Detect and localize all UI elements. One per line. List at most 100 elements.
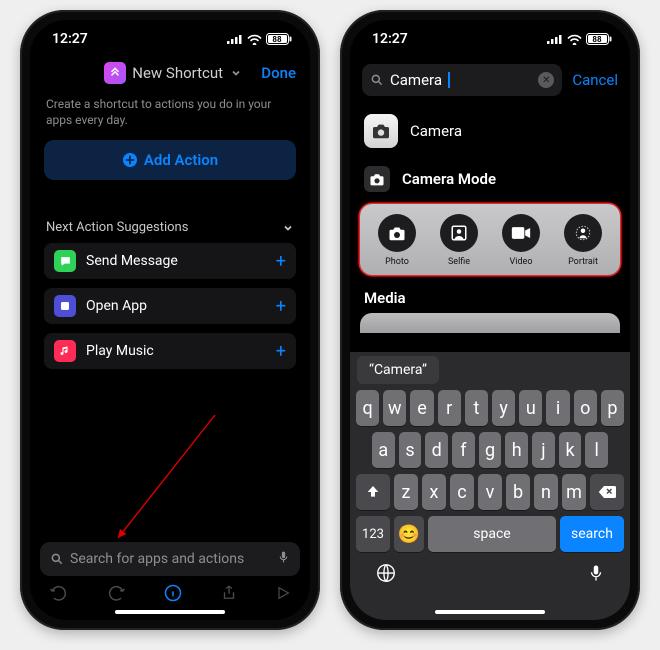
key-row-2: asdfghjkl [356,432,624,468]
search-input[interactable]: Search for apps and actions [40,542,300,576]
key-r[interactable]: r [438,390,461,426]
shortcut-icon [104,62,126,84]
emoji-key[interactable]: 😊 [394,516,424,552]
shift-key[interactable] [356,474,390,510]
key-e[interactable]: e [410,390,433,426]
phone-left: 12:27 88 New Shortcut Done Create a shor… [20,10,320,630]
done-button[interactable]: Done [261,64,296,82]
tab-info[interactable] [163,583,183,607]
battery-icon: 88 [266,33,292,45]
chevron-down-icon [231,64,241,82]
key-j[interactable]: j [532,432,555,468]
mode-label: Video [510,257,533,267]
key-h[interactable]: h [505,432,528,468]
home-indicator[interactable] [435,610,545,614]
tab-redo[interactable] [106,583,126,607]
key-v[interactable]: v [478,474,502,510]
suggestion-row[interactable]: Send Message + [44,243,296,279]
key-b[interactable]: b [506,474,530,510]
dictate-icon[interactable] [277,549,290,569]
tab-share[interactable] [220,583,238,607]
home-indicator[interactable] [115,610,225,614]
status-time: 12:27 [372,31,408,47]
key-m[interactable]: m [562,474,586,510]
space-key[interactable]: space [428,516,556,552]
key-q[interactable]: q [356,390,379,426]
suggestion-label: Send Message [86,253,178,269]
app-result-row[interactable]: Camera [350,106,630,156]
wifi-icon [247,34,262,45]
app-icon [54,295,76,317]
portrait-icon [564,214,602,252]
text-caret [448,72,450,88]
search-placeholder: Search for apps and actions [70,551,244,567]
signal-icon [547,34,563,44]
wifi-icon [567,34,582,45]
tab-undo[interactable] [49,583,69,607]
notch [430,20,550,44]
annotation-arrow [100,410,220,550]
key-x[interactable]: x [422,474,446,510]
key-k[interactable]: k [559,432,582,468]
mode-label: Portrait [568,257,598,267]
camera-mode-header: Camera Mode [350,156,630,200]
key-c[interactable]: c [450,474,474,510]
key-i[interactable]: i [546,390,569,426]
cancel-button[interactable]: Cancel [572,71,618,89]
backspace-key[interactable] [590,474,624,510]
search-value: Camera [390,71,442,89]
tab-play[interactable] [275,585,291,605]
mode-label: Selfie [448,257,470,267]
media-header: Media [350,275,630,313]
add-suggestion-button[interactable]: + [276,251,286,272]
key-z[interactable]: z [394,474,418,510]
camera-app-icon [364,114,398,148]
key-d[interactable]: d [425,432,448,468]
camera-mode-grid: Photo Selfie Video Portrait [360,204,620,275]
key-p[interactable]: p [601,390,624,426]
key-y[interactable]: y [492,390,515,426]
add-suggestion-button[interactable]: + [276,341,286,362]
app-result-label: Camera [410,122,462,140]
search-input[interactable]: Camera ✕ [362,64,562,96]
suggestion-row[interactable]: Open App + [44,288,296,324]
phone-right: 12:27 88 Camera ✕ Cancel Camera Camera M [340,10,640,630]
signal-icon [227,34,243,44]
globe-key[interactable] [375,562,397,588]
key-g[interactable]: g [479,432,502,468]
key-u[interactable]: u [519,390,542,426]
key-s[interactable]: s [399,432,422,468]
media-row[interactable] [360,313,620,333]
key-o[interactable]: o [574,390,597,426]
search-header: Camera ✕ Cancel [350,58,630,106]
autocorrect-suggestion[interactable]: “Camera” [357,356,439,384]
mode-video[interactable]: Video [491,214,551,267]
chevron-down-icon [282,222,294,234]
tab-bar [30,580,310,610]
key-w[interactable]: w [383,390,406,426]
add-action-button[interactable]: Add Action [44,140,296,180]
status-time: 12:27 [52,31,88,47]
battery-icon: 88 [586,33,612,45]
mode-portrait[interactable]: Portrait [553,214,613,267]
key-t[interactable]: t [465,390,488,426]
mode-photo[interactable]: Photo [367,214,427,267]
keyboard: “Camera” qwertyuiop asdfghjkl zxcvbnm 12… [350,352,630,620]
add-suggestion-button[interactable]: + [276,296,286,317]
key-n[interactable]: n [534,474,558,510]
clear-search-button[interactable]: ✕ [538,72,554,88]
suggestion-row[interactable]: Play Music + [44,333,296,369]
key-l[interactable]: l [585,432,608,468]
camera-icon [364,166,390,192]
key-row-1: qwertyuiop [356,390,624,426]
mode-selfie[interactable]: Selfie [429,214,489,267]
plus-circle-icon [122,152,138,168]
key-a[interactable]: a [372,432,395,468]
nav-title[interactable]: New Shortcut [104,62,241,84]
photo-icon [378,214,416,252]
key-f[interactable]: f [452,432,475,468]
search-key[interactable]: search [560,516,624,552]
suggestions-header[interactable]: Next Action Suggestions [30,220,310,235]
numbers-key[interactable]: 123 [356,516,390,552]
dictate-key[interactable] [587,562,605,588]
